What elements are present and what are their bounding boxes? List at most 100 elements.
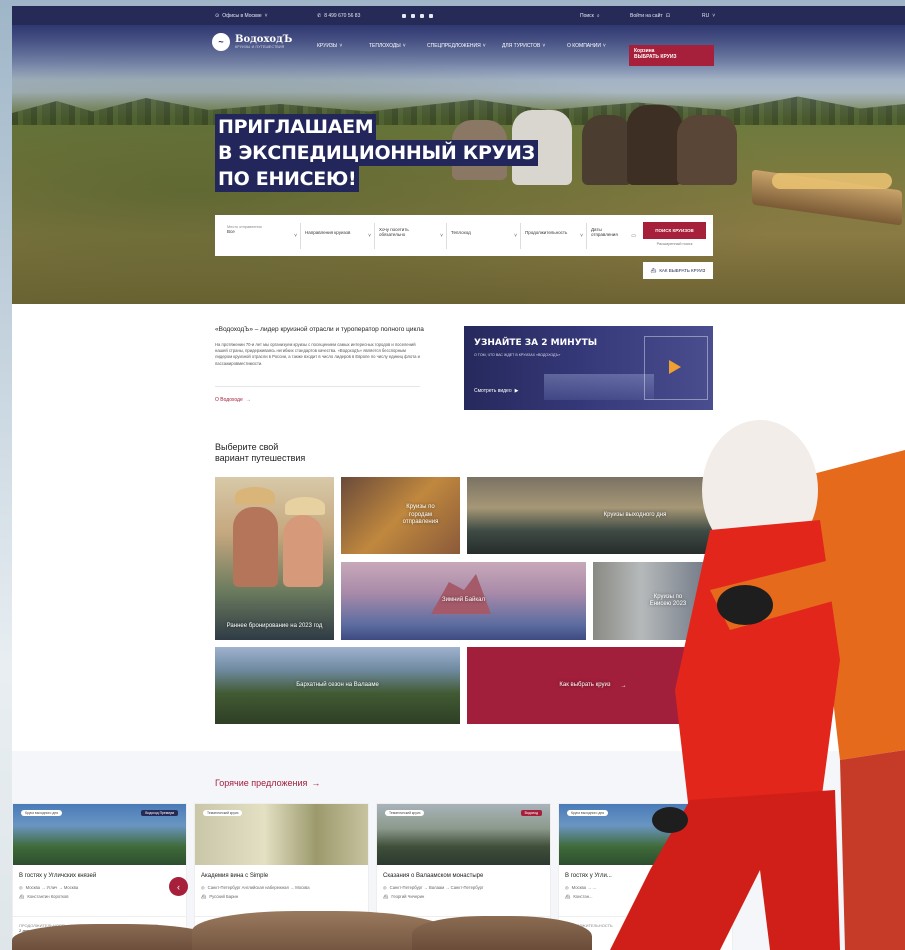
offer-route: ◎ Санкт-Петербург Английская набережная →… xyxy=(201,883,362,892)
hero-banner: ~ ВодоходЪ КРУИЗЫ И ПУТЕШЕСТВИЯ КРУИЗЫ ˅ … xyxy=(12,25,905,304)
woman-pants xyxy=(610,790,840,950)
login-link[interactable]: Войти на сайт ⊡ xyxy=(630,13,670,19)
hat-image xyxy=(285,497,325,515)
about-link[interactable]: О Водоходе → xyxy=(215,397,251,403)
about-link-label: О Водоходе xyxy=(215,397,243,403)
woman-glove xyxy=(652,807,688,833)
offer-name: Академия вина с Simple xyxy=(201,873,269,879)
tile-caption: Раннее бронирование на 2023 год xyxy=(226,622,323,629)
menu-item-tourists[interactable]: ДЛЯ ТУРИСТОВ ˅ xyxy=(502,43,545,49)
offer-route: ◎ Санкт-Петербург → Валаам → Санкт-Петерб… xyxy=(383,883,544,892)
phone-icon: ✆ xyxy=(317,12,322,19)
person-image xyxy=(283,515,323,587)
offer-type-badge: Круиз выходного дня xyxy=(21,810,63,816)
directions-value: Направления круизов xyxy=(305,229,351,235)
chevron-down-icon: ˅ xyxy=(580,232,583,239)
menu-label: СПЕЦПРЕДЛОЖЕНИЯ xyxy=(427,43,481,49)
play-circle-icon: ▶ xyxy=(514,388,519,394)
menu-item-cruises[interactable]: КРУИЗЫ ˅ xyxy=(317,43,342,49)
offices-link[interactable]: ⊙ Офисы в Москве ˅ xyxy=(215,13,268,19)
carousel-prev-button[interactable]: ‹ xyxy=(169,877,188,896)
language-select[interactable]: RU ˅ xyxy=(702,13,715,19)
chevron-down-icon: ˅ xyxy=(402,43,406,49)
hero-headline: ПРИГЛАШАЕМ В ЭКСПЕДИЦИОННЫЙ КРУИЗ ПО ЕНИ… xyxy=(215,114,538,192)
divider xyxy=(215,386,420,387)
menu-item-offers[interactable]: СПЕЦПРЕДЛОЖЕНИЯ ˅ xyxy=(427,43,486,49)
dates-picker[interactable]: Даты отправления ▭ xyxy=(587,223,639,249)
chevron-down-icon: ˅ xyxy=(294,232,297,239)
rock-image xyxy=(431,574,491,614)
offices-label: Офисы в Москве xyxy=(222,12,262,19)
tile-winter-baikal[interactable]: Зимний Байкал xyxy=(341,562,586,640)
hot-offers-title[interactable]: Горячие предложения → xyxy=(215,778,320,788)
language-label: RU xyxy=(702,12,710,19)
arrow-circle-icon: → xyxy=(311,778,321,788)
watch-video-link[interactable]: Смотреть видео ▶ xyxy=(474,388,518,394)
phone-link[interactable]: ✆ 8 499 670 56 83 xyxy=(317,13,360,19)
directions-select[interactable]: Направления круизов ˅ xyxy=(301,222,375,249)
pin-icon: ◎ xyxy=(201,885,205,890)
youtube-icon[interactable] xyxy=(429,13,433,18)
duration-select[interactable]: Продолжительность ˅ xyxy=(521,222,587,249)
chevron-down-icon: ˅ xyxy=(264,12,268,19)
offer-route: ◎ Москва → Углич → Москва xyxy=(19,883,180,892)
duration-value: Продолжительность xyxy=(525,229,568,235)
advanced-search-link[interactable]: Расширенный поиск xyxy=(643,242,706,246)
choose-title-line1: Выберите свой xyxy=(215,442,279,452)
departure-select[interactable]: Место отправления Все ˅ xyxy=(223,222,301,249)
offer-ship-text: Константин Коротков xyxy=(27,894,69,899)
search-label: Поиск xyxy=(580,12,594,19)
chevron-down-icon: ˅ xyxy=(368,232,371,239)
how-to-choose-button[interactable]: ⛴ КАК ВЫБРАТЬ КРУИЗ xyxy=(643,262,713,279)
offer-image: Круиз выходного дня Водоход Премиум xyxy=(13,804,186,865)
must-visit-select[interactable]: Хочу посетить обязательно ˅ xyxy=(375,222,447,249)
cruise-search-form: Место отправления Все ˅ Направления круи… xyxy=(215,215,713,256)
search-cruises-button[interactable]: ПОИСК КРУИЗОВ xyxy=(643,222,706,239)
departure-value: Все xyxy=(227,228,235,234)
tile-early-booking[interactable]: Раннее бронирование на 2023 год xyxy=(215,477,334,640)
chevron-down-icon: ˅ xyxy=(542,43,546,49)
tile-velvet-season[interactable]: Бархатный сезон на Валааме xyxy=(215,647,460,724)
telegram-icon[interactable] xyxy=(411,13,415,18)
man-pants xyxy=(840,750,905,950)
menu-label: КРУИЗЫ xyxy=(317,43,338,49)
person-image xyxy=(233,507,278,587)
pin-icon: ◎ xyxy=(19,885,23,890)
menu-item-about[interactable]: О КОМПАНИИ ˅ xyxy=(567,43,606,49)
phone-number: 8 499 670 56 83 xyxy=(324,12,361,19)
tile-caption: Бархатный сезон на Валааме xyxy=(296,681,379,688)
logo-title: ВодоходЪ xyxy=(235,34,293,45)
calendar-icon: ▭ xyxy=(631,232,636,239)
chevron-down-icon: ˅ xyxy=(440,232,443,239)
offer-brand-badge: Водоход Премиум xyxy=(141,810,178,816)
about-text: На протяжении 70-и лет мы организуем кру… xyxy=(215,342,420,366)
hat-image xyxy=(235,487,275,505)
offer-image: Тематический круиз xyxy=(195,804,368,865)
tile-departure-cities[interactable]: Круизы по городам отправления xyxy=(341,477,460,554)
pin-icon: ◎ xyxy=(565,885,569,890)
offer-image: Тематический круиз Водоход xyxy=(377,804,550,865)
tile-caption: Зимний Байкал xyxy=(441,597,485,604)
must-visit-value: Хочу посетить обязательно xyxy=(379,226,409,237)
rock-image xyxy=(12,924,222,950)
chevron-down-icon: ˅ xyxy=(482,43,486,49)
logo-subtitle: КРУИЗЫ И ПУТЕШЕСТВИЯ xyxy=(235,45,285,49)
login-icon: ⊡ xyxy=(665,12,670,19)
vk-icon[interactable] xyxy=(402,13,406,18)
how-label: КАК ВЫБРАТЬ КРУИЗ xyxy=(659,268,706,273)
sled-furs xyxy=(772,173,892,189)
offer-route-text: Санкт-Петербург → Валаам → Санкт-Петербу… xyxy=(389,885,484,890)
chevron-down-icon: ˅ xyxy=(602,43,606,49)
video-subtitle: О ТОМ, ЧТО ВАС ЖДЕТ В КРУИЗАХ «ВОДОХОДЪ» xyxy=(474,353,561,357)
ship-select[interactable]: Теплоход ˅ xyxy=(447,222,521,249)
video-title: УЗНАЙТЕ ЗА 2 МИНУТЫ xyxy=(474,338,598,348)
search-link[interactable]: Поиск ⌕ xyxy=(580,13,600,19)
logo[interactable]: ~ ВодоходЪ КРУИЗЫ И ПУТЕШЕСТВИЯ xyxy=(212,33,292,51)
offer-ship-text: Георгий Чичерин xyxy=(391,894,425,899)
odnoklassniki-icon[interactable] xyxy=(420,13,424,18)
menu-item-ships[interactable]: ТЕПЛОХОДЫ ˅ xyxy=(369,43,406,49)
search-icon: ⌕ xyxy=(596,12,600,19)
choose-cruise-top-button[interactable]: Корзина ВЫБРАТЬ КРУИЗ xyxy=(629,45,714,66)
arrow-circle-icon: → xyxy=(245,397,251,403)
chevron-left-icon: ‹ xyxy=(177,881,180,892)
